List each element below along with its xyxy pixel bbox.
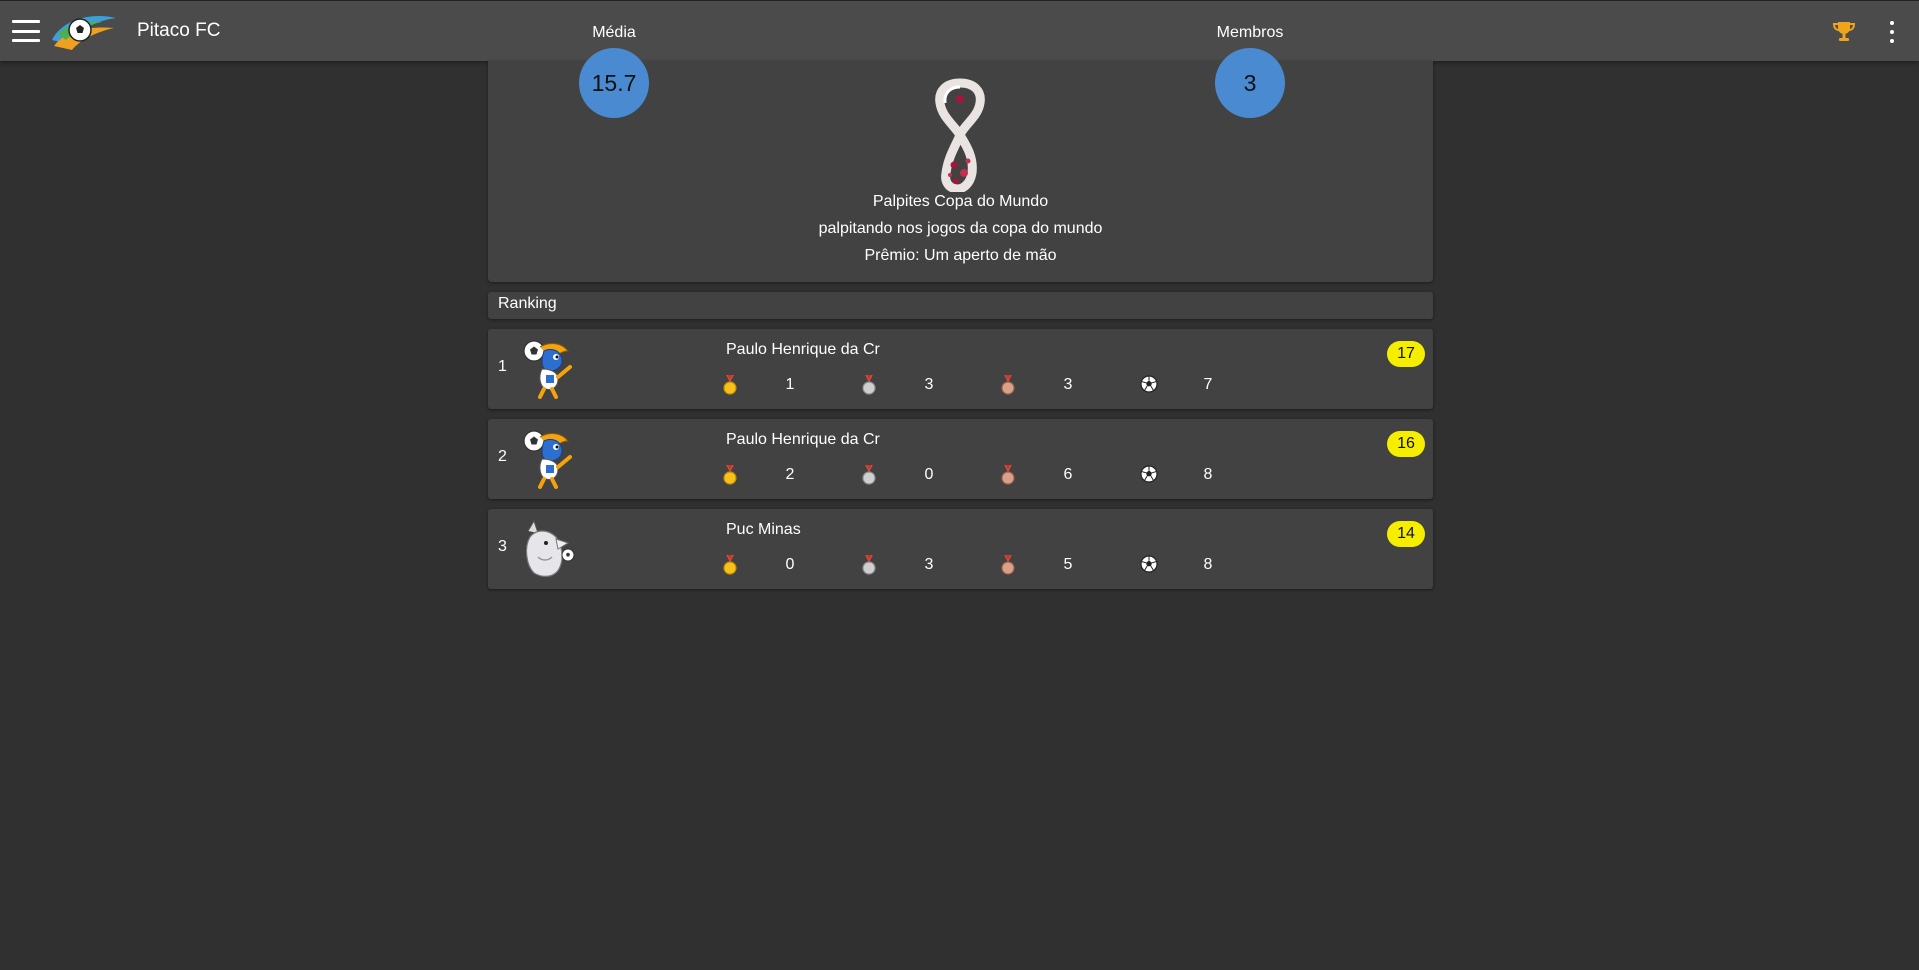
bronze-count: 5 <box>1063 556 1073 573</box>
ranking-row[interactable]: 1 Paulo Henrique da Cr 17 1 3 3 7 <box>488 329 1433 409</box>
membros-label: Membros <box>1216 24 1284 41</box>
fuleco-mascot-avatar <box>516 427 581 491</box>
gold-medal-icon <box>722 464 738 485</box>
goals-count: 7 <box>1203 376 1213 393</box>
points-badge: 14 <box>1387 521 1425 547</box>
membros-value: 3 <box>1215 48 1285 118</box>
bronze-count: 6 <box>1063 466 1073 483</box>
player-name: Paulo Henrique da Cr <box>726 431 880 448</box>
gold-medal-icon <box>722 374 738 395</box>
silver-medal-icon <box>861 464 877 485</box>
ranking-row[interactable]: 3 Puc Minas 14 0 3 5 8 <box>488 509 1433 589</box>
gold-count: 2 <box>785 466 795 483</box>
ranking-header: Ranking <box>488 292 1433 319</box>
trophy-icon[interactable] <box>1830 17 1858 45</box>
ranking-row[interactable]: 2 Paulo Henrique da Cr 16 2 0 6 8 <box>488 419 1433 499</box>
fuleco-mascot-avatar <box>516 337 581 401</box>
media-stat: Média 15.7 <box>554 23 674 118</box>
bronze-medal-icon <box>1000 464 1016 485</box>
app-title: Pitaco FC <box>137 20 221 41</box>
bronze-medal-icon <box>1000 374 1016 395</box>
ranking-position: 2 <box>498 448 507 465</box>
more-vert-icon[interactable] <box>1886 21 1898 43</box>
soccer-ball-icon <box>1140 375 1158 395</box>
silver-count: 0 <box>924 466 934 483</box>
player-name: Paulo Henrique da Cr <box>726 341 880 358</box>
wolf-mascot-avatar <box>516 517 581 581</box>
world-cup-logo <box>935 78 985 192</box>
app-logo[interactable] <box>50 10 120 52</box>
gold-count: 0 <box>785 556 795 573</box>
media-label: Média <box>592 24 636 41</box>
points-badge: 17 <box>1387 341 1425 367</box>
gold-medal-icon <box>722 554 738 575</box>
silver-medal-icon <box>861 374 877 395</box>
soccer-ball-icon <box>1140 555 1158 575</box>
silver-count: 3 <box>924 556 934 573</box>
app-bar: Pitaco FC <box>0 0 1919 61</box>
player-name: Puc Minas <box>726 521 801 538</box>
bronze-medal-icon <box>1000 554 1016 575</box>
goals-count: 8 <box>1203 466 1213 483</box>
ranking-position: 3 <box>498 538 507 555</box>
points-badge: 16 <box>1387 431 1425 457</box>
league-name: Palpites Copa do Mundo <box>872 193 1049 210</box>
silver-count: 3 <box>924 376 934 393</box>
goals-count: 8 <box>1203 556 1213 573</box>
ranking-position: 1 <box>498 358 507 375</box>
league-prize: Prêmio: Um aperto de mão <box>864 247 1057 264</box>
membros-stat: Membros 3 <box>1190 23 1310 118</box>
soccer-ball-icon <box>1140 465 1158 485</box>
silver-medal-icon <box>861 554 877 575</box>
league-description: palpitando nos jogos da copa do mundo <box>818 220 1103 237</box>
menu-icon[interactable] <box>12 20 40 42</box>
bronze-count: 3 <box>1063 376 1073 393</box>
gold-count: 1 <box>785 376 795 393</box>
media-value: 15.7 <box>579 48 649 118</box>
